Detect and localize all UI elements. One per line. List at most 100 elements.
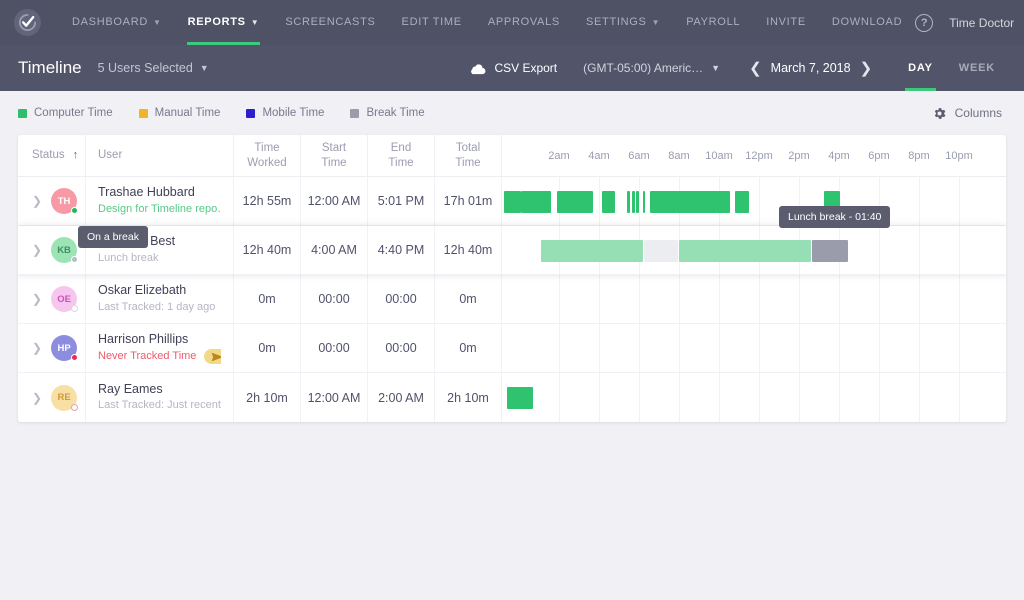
nav-link-edit-time[interactable]: EDIT TIME (389, 0, 475, 45)
nav-link-label: PAYROLL (686, 0, 740, 45)
previous-day-button[interactable]: ❮ (740, 61, 771, 76)
status-dot (71, 404, 78, 411)
column-header-end-time[interactable]: EndTime (368, 135, 435, 176)
timeline-segment[interactable] (557, 191, 594, 213)
user-name[interactable]: Ray Eames (98, 381, 221, 398)
timeline-gridline (719, 324, 720, 372)
tab-day[interactable]: DAY (895, 45, 946, 91)
user-name[interactable]: Harrison Phillips (98, 331, 221, 348)
column-header-time-worked[interactable]: TimeWorked (234, 135, 301, 176)
user-subtext: Never Tracked Time (98, 349, 221, 365)
cell-time-worked-value: 0m (258, 292, 275, 306)
cell-start-time: 12:00 AM (301, 373, 368, 422)
timeline-segment[interactable] (644, 240, 678, 262)
cell-user: Oskar ElizebathLast Tracked: 1 day ago (86, 275, 234, 323)
user-name[interactable]: Trashae Hubbard (98, 184, 221, 201)
nav-link-label: SETTINGS (586, 0, 647, 45)
table-row[interactable]: ❯ OE Oskar ElizebathLast Tracked: 1 day ag… (18, 275, 1006, 324)
timeline-segment[interactable] (679, 240, 811, 262)
cell-status: ❯ RE (18, 373, 86, 422)
checkmark-circle-logo-icon (18, 13, 37, 32)
column-header-start-time[interactable]: StartTime (301, 135, 368, 176)
columns-button[interactable]: Columns (932, 106, 1002, 121)
subheader-right-controls: CSV Export (GMT-05:00) Americ… ▼ ❮ March… (469, 45, 1008, 91)
cell-timeline[interactable] (502, 226, 1006, 274)
avatar-initials: KB (57, 245, 71, 256)
timeline-gridline (879, 324, 880, 372)
avatar[interactable]: KB (51, 237, 77, 263)
timeline-segment[interactable] (602, 191, 615, 213)
timezone-dropdown[interactable]: (GMT-05:00) Americ… ▼ (583, 61, 720, 75)
nav-link-label: EDIT TIME (402, 0, 462, 45)
timeline-gridline (839, 275, 840, 323)
nav-link-download[interactable]: DOWNLOAD (819, 0, 915, 45)
timeline-segment[interactable] (627, 191, 630, 213)
chevron-right-icon[interactable]: ❯ (32, 293, 42, 305)
timeline-segment[interactable] (650, 191, 730, 213)
nav-link-reports[interactable]: REPORTS▼ (175, 0, 273, 45)
legend-swatch (18, 109, 27, 118)
timeline-gridline (759, 177, 760, 225)
nav-link-payroll[interactable]: PAYROLL (673, 0, 753, 45)
nav-link-dashboard[interactable]: DASHBOARD▼ (59, 0, 175, 45)
nav-link-settings[interactable]: SETTINGS▼ (573, 0, 673, 45)
cell-timeline[interactable] (502, 373, 1006, 422)
legend-label: Manual Time (155, 107, 221, 119)
timeline-segment[interactable] (507, 387, 533, 409)
send-paper-plane-icon[interactable] (204, 349, 221, 364)
avatar[interactable]: HP (51, 335, 77, 361)
column-header-user[interactable]: User (86, 135, 234, 176)
chevron-right-icon[interactable]: ❯ (32, 392, 42, 404)
cell-time-worked: 0m (234, 324, 301, 372)
users-selected-dropdown[interactable]: 5 Users Selected ▼ (98, 61, 209, 75)
timeline-segment[interactable] (521, 191, 551, 213)
help-icon[interactable]: ? (915, 14, 933, 32)
axis-tick-6am: 6am (628, 135, 649, 177)
user-subtext: Design for Timeline repo… (98, 202, 221, 218)
th-end-time-l2: Time (388, 156, 413, 170)
table-row[interactable]: ❯KBKimberly BestLunch break12h 40m4:00 A… (18, 226, 1006, 275)
user-name[interactable]: Oskar Elizebath (98, 282, 215, 299)
tab-week[interactable]: WEEK (946, 45, 1008, 91)
user-subtext-label: Design for Timeline repo… (98, 202, 221, 218)
csv-export-button[interactable]: CSV Export (469, 61, 557, 75)
column-header-status[interactable]: Status ↑ (18, 135, 86, 176)
cell-total-time-value: 17h 01m (444, 194, 493, 208)
chevron-right-icon[interactable]: ❯ (32, 244, 42, 256)
nav-link-invite[interactable]: INVITE (753, 0, 819, 45)
timeline-segment[interactable] (541, 240, 643, 262)
avatar[interactable]: RE (51, 385, 77, 411)
cell-end-time-value: 2:00 AM (378, 391, 424, 405)
timeline-segment[interactable] (504, 191, 522, 213)
product-name-link[interactable]: Time Doctor (949, 16, 1014, 30)
timeline-segment[interactable] (735, 191, 749, 213)
avatar[interactable]: OE (51, 286, 77, 312)
user-subtext-label: Never Tracked Time (98, 349, 196, 365)
timeline-segment[interactable] (636, 191, 639, 213)
user-subtext: Last Tracked: Just recently (98, 398, 221, 414)
cell-timeline[interactable] (502, 324, 1006, 372)
th-start-time-l2: Time (321, 156, 346, 170)
nav-link-approvals[interactable]: APPROVALS (475, 0, 573, 45)
nav-link-screencasts[interactable]: SCREENCASTS (272, 0, 388, 45)
timeline-gridline (959, 373, 960, 422)
avatar-initials: TH (58, 196, 71, 207)
table-row[interactable]: ❯ RE Ray EamesLast Tracked: Just recently 2… (18, 373, 1006, 422)
timeline-gridline (919, 324, 920, 372)
legend-label: Computer Time (34, 107, 113, 119)
timeline-gridline (639, 177, 640, 225)
cell-timeline[interactable] (502, 275, 1006, 323)
chevron-right-icon[interactable]: ❯ (32, 342, 42, 354)
app-logo[interactable] (14, 9, 41, 36)
timeline-gridline (879, 275, 880, 323)
column-header-total-time[interactable]: TotalTime (435, 135, 502, 176)
avatar[interactable]: TH (51, 188, 77, 214)
table-row[interactable]: ❯ HP Harrison PhillipsNever Tracked Time 0m… (18, 324, 1006, 373)
timeline-segment[interactable] (632, 191, 635, 213)
timeline-segment[interactable] (812, 240, 848, 262)
timeline-segment[interactable] (643, 191, 646, 213)
next-day-button[interactable]: ❯ (851, 61, 882, 76)
column-header-user-label: User (98, 148, 122, 162)
cell-timeline[interactable] (502, 177, 1006, 225)
chevron-right-icon[interactable]: ❯ (32, 195, 42, 207)
